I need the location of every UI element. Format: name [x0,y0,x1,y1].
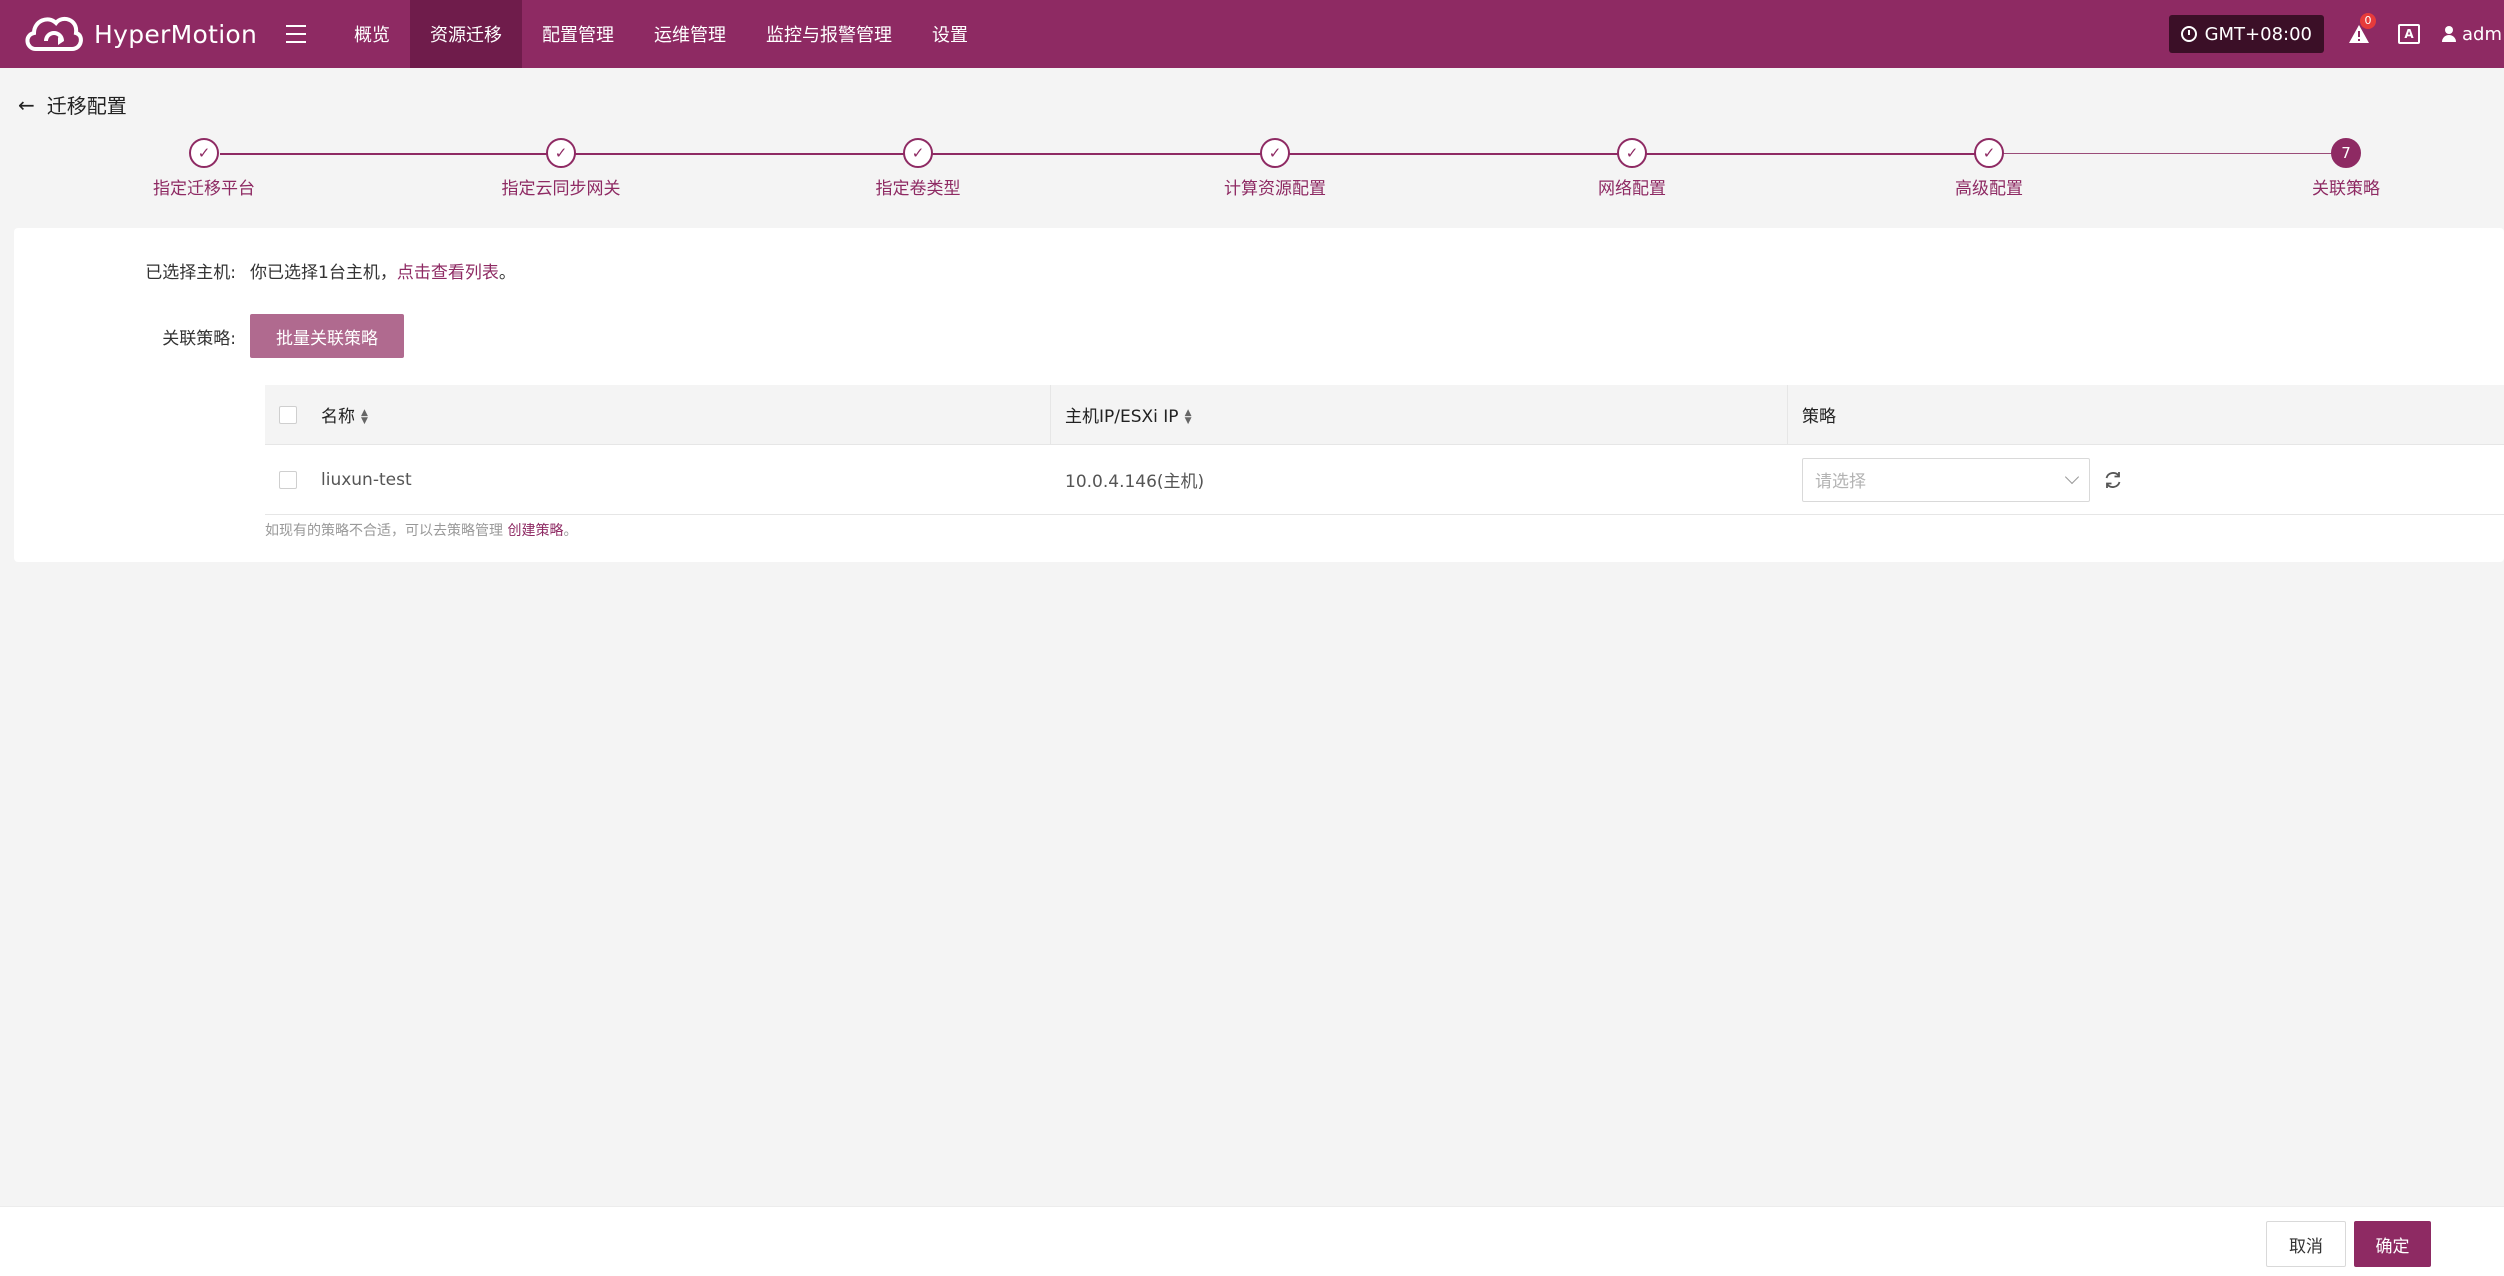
clock-icon [2180,26,2197,42]
column-header-name[interactable]: 名称 ▲ ▼ [311,402,1050,427]
user-icon [2442,26,2456,42]
page-title: 迁移配置 [46,94,127,118]
table-header: 名称 ▲ ▼ 主机IP/ESXi IP ▲ ▼ 策略 [265,384,2504,445]
column-ip-label: 主机IP/ESXi IP [1065,407,1179,427]
nav-ops-management[interactable]: 运维管理 [634,0,746,68]
footer-bar: 取消 确定 [0,1206,2504,1276]
timezone-label: GMT+08:00 [2204,23,2312,45]
back-arrow-icon[interactable]: ← [18,93,35,117]
step-label: 高级配置 [1955,179,2023,199]
confirm-button[interactable]: 确定 [2354,1221,2431,1267]
strategy-cell: 请选择 [1788,457,2504,502]
step-7: 7 关联策略 [2226,138,2466,199]
view-list-link[interactable]: 点击查看列表 [397,263,499,283]
selected-suffix: 台主机， [328,263,397,283]
strategy-select-placeholder: 请选择 [1815,472,1866,492]
step-label: 网络配置 [1598,179,1666,199]
step-check-icon: ✓ [189,138,219,168]
alert-button[interactable]: 0 [2348,13,2376,45]
selected-hosts-text: 你已选择1台主机，点击查看列表。 [250,258,516,283]
chevron-down-icon [2064,469,2080,484]
nav-config-management[interactable]: 配置管理 [522,0,634,68]
topbar-right: GMT+08:00 0 A adm [2168,0,2504,68]
host-name: liuxun-test [321,469,412,490]
step-check-icon: ✓ [903,138,933,168]
strategy-label: 关联策略: [162,328,236,349]
strategy-select[interactable]: 请选择 [1802,457,2090,502]
user-name: adm [2462,23,2502,45]
selected-end: 。 [498,263,516,283]
step-check-icon: ✓ [1974,138,2004,168]
step-progress: ✓ 指定迁移平台 ✓ 指定云同步网关 ✓ 指定卷类型 ✓ 计算资源配置 ✓ 网络… [0,138,2504,208]
config-card: 已选择主机: 你已选择1台主机，点击查看列表。 关联策略: 批量关联策略 名称 ▲… [14,228,2504,562]
nav-overview[interactable]: 概览 [334,0,410,68]
menu-toggle-icon[interactable] [286,25,322,43]
cloud-logo-icon [25,16,83,51]
refresh-icon[interactable] [2102,469,2124,491]
select-all-checkbox[interactable] [279,405,297,424]
page-header: ← 迁移配置 [18,90,127,119]
sort-icon[interactable]: ▲ ▼ [361,409,368,426]
sort-icon[interactable]: ▲ ▼ [1185,409,1192,426]
step-5: ✓ 网络配置 [1512,138,1752,199]
language-icon[interactable]: A [2398,24,2420,44]
top-navbar: HyperMotion 概览 资源迁移 配置管理 运维管理 监控与报警管理 设置… [0,0,2504,68]
host-table: 名称 ▲ ▼ 主机IP/ESXi IP ▲ ▼ 策略 liuxun-test 10.0.… [265,384,2504,515]
selected-hosts-row: 已选择主机: 你已选择1台主机，点击查看列表。 [14,258,516,283]
strategy-hint: 如现有的策略不合适，可以去策略管理 创建策略。 [265,520,577,540]
column-name-label: 名称 [321,407,355,427]
step-label: 指定云同步网关 [501,179,621,199]
cancel-button[interactable]: 取消 [2266,1221,2346,1267]
step-6: ✓ 高级配置 [1869,138,2109,199]
host-ip: 10.0.4.146(主机) [1065,472,1205,492]
step-label: 指定迁移平台 [153,179,255,199]
step-check-icon: ✓ [546,138,576,168]
column-header-ip[interactable]: 主机IP/ESXi IP ▲ ▼ [1051,402,1787,427]
step-number: 7 [2331,138,2361,168]
nav-settings[interactable]: 设置 [912,0,988,68]
step-check-icon: ✓ [1260,138,1290,168]
app-logo[interactable]: HyperMotion [22,9,262,59]
step-4: ✓ 计算资源配置 [1155,138,1395,199]
column-header-strategy: 策略 [1802,407,1836,427]
step-label: 计算资源配置 [1224,179,1326,199]
main-nav: 概览 资源迁移 配置管理 运维管理 监控与报警管理 设置 [334,0,988,68]
step-2: ✓ 指定云同步网关 [441,138,681,199]
selected-prefix: 你已选择 [250,263,318,283]
step-label: 指定卷类型 [875,179,961,199]
app-name: HyperMotion [94,19,258,49]
user-menu[interactable]: adm [2442,24,2504,45]
step-check-icon: ✓ [1617,138,1647,168]
selected-hosts-label: 已选择主机: [145,263,236,283]
create-strategy-link[interactable]: 创建策略 [507,523,563,539]
row-checkbox[interactable] [279,470,297,489]
batch-associate-strategy-button[interactable]: 批量关联策略 [250,314,404,358]
strategy-row: 关联策略: 批量关联策略 [14,314,404,358]
step-1: ✓ 指定迁移平台 [84,138,324,199]
step-3: ✓ 指定卷类型 [798,138,1038,199]
alert-count-badge: 0 [2360,13,2376,29]
table-row: liuxun-test 10.0.4.146(主机) 请选择 [265,445,2504,515]
selected-count: 1 [318,263,329,283]
hint-text: 如现有的策略不合适，可以去策略管理 [265,523,508,539]
nav-monitoring-alerts[interactable]: 监控与报警管理 [746,0,912,68]
timezone-button[interactable]: GMT+08:00 [2168,15,2324,53]
nav-resource-migration[interactable]: 资源迁移 [410,0,522,68]
hint-end: 。 [563,523,578,539]
step-label: 关联策略 [2312,179,2380,199]
